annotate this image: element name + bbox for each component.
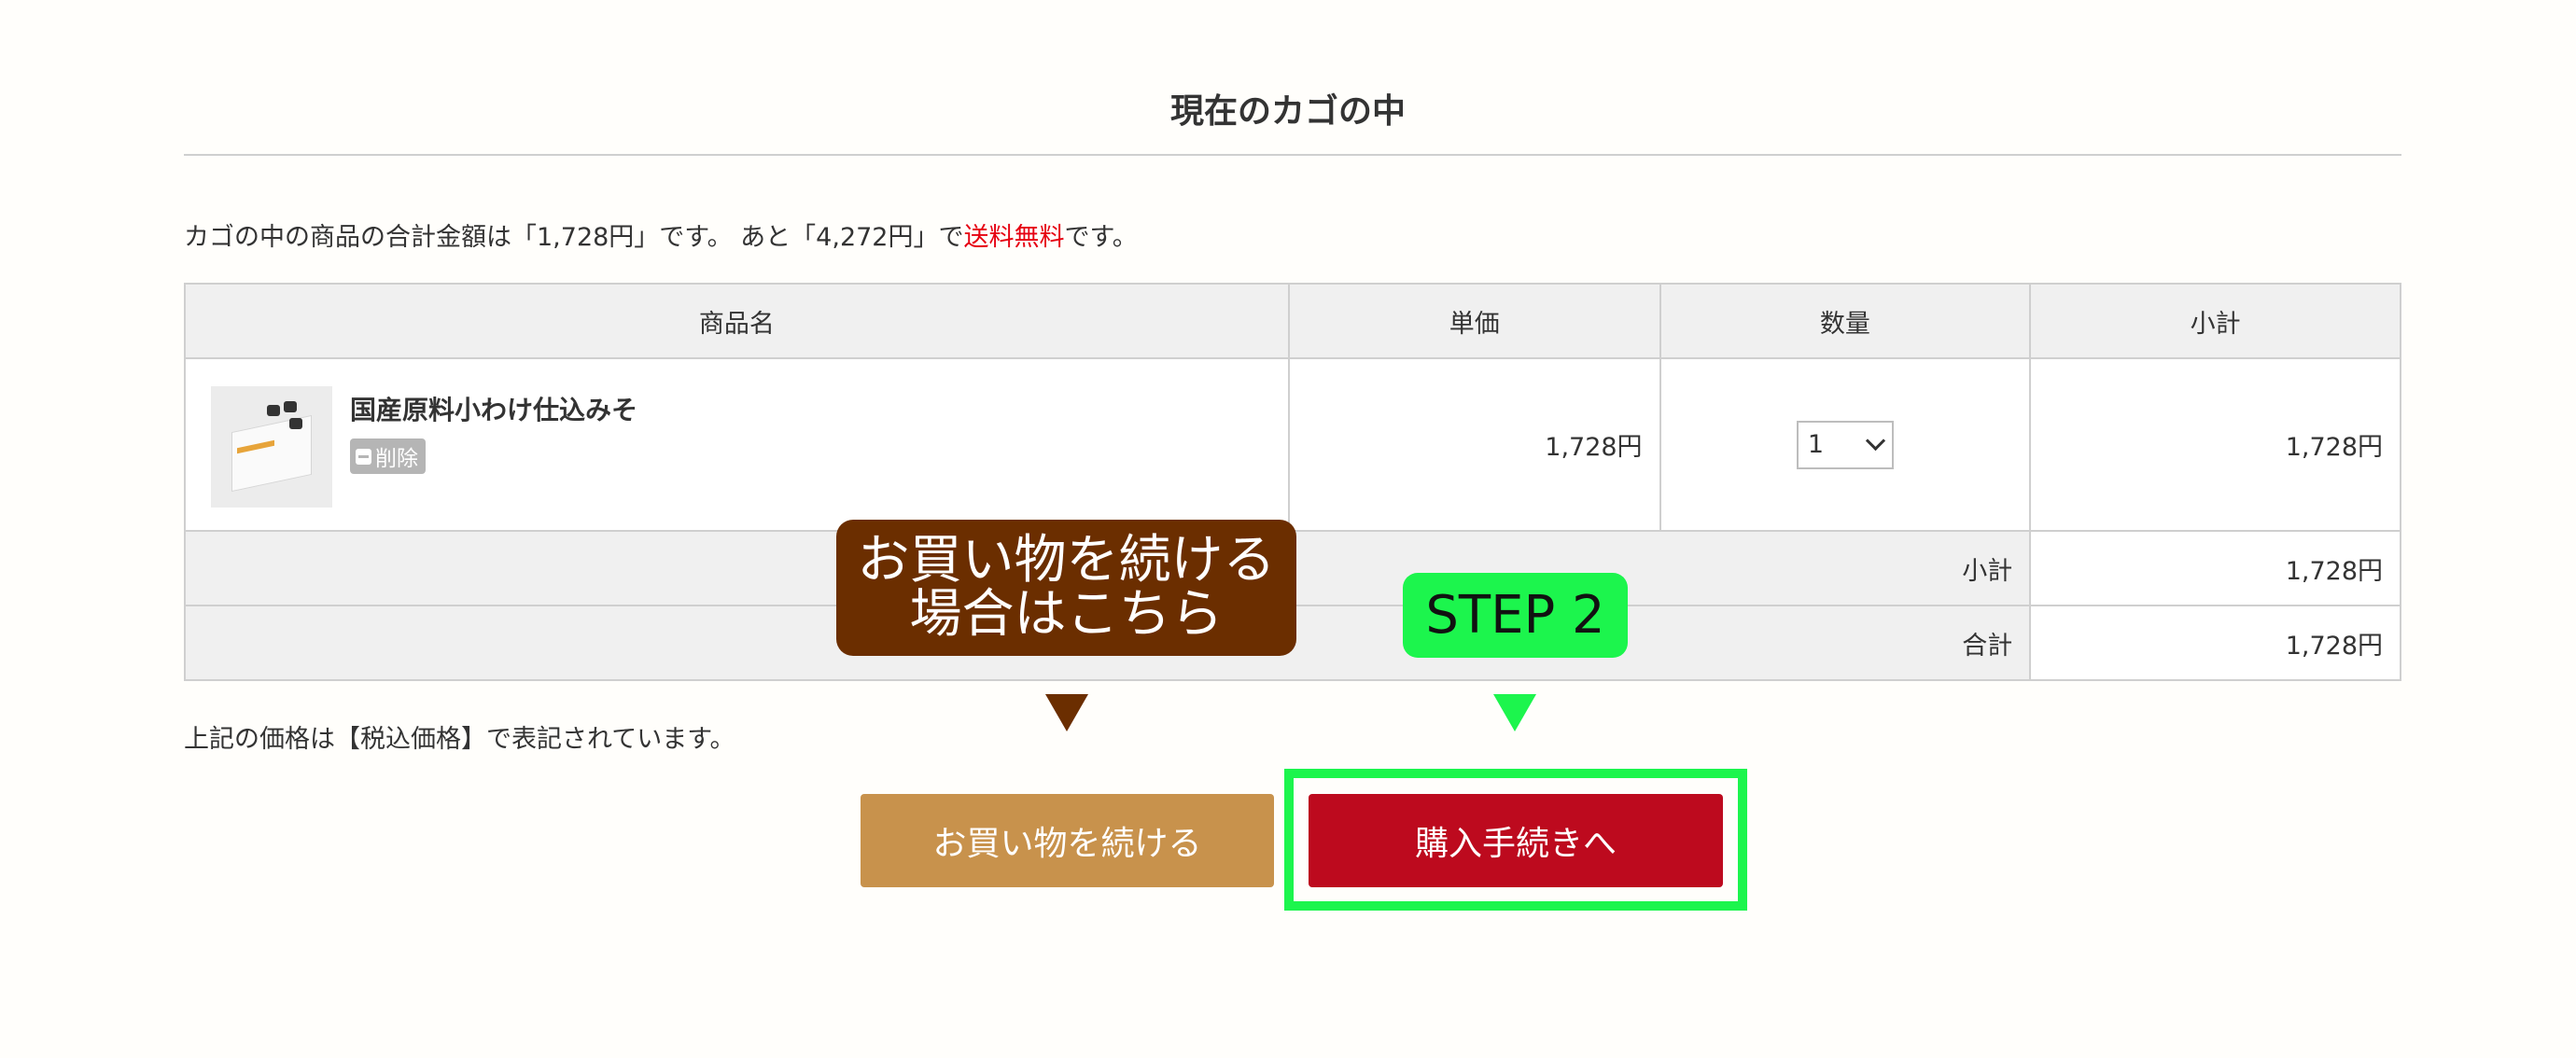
subtotal-value: 1,728円: [2029, 530, 2401, 606]
tax-note: 上記の価格は【税込価格】で表記されています。: [184, 725, 735, 754]
step-callout: STEP 2: [1403, 573, 1628, 658]
title-divider: [184, 154, 2401, 156]
header-quantity: 数量: [1659, 283, 2032, 359]
summary-prefix: カゴの中の商品の合計金額は「1,728円」です。 あと「4,272円」で: [184, 223, 964, 252]
quantity-value: 1: [1807, 430, 1825, 459]
product-name-link[interactable]: 国産原料小わけ仕込みそ: [350, 390, 637, 427]
checkout-button[interactable]: 購入手続きへ: [1309, 794, 1723, 887]
minus-icon: [356, 448, 371, 465]
arrow-down-icon: [1045, 694, 1088, 731]
item-subtotal-cell: 1,728円: [2029, 357, 2401, 532]
table-row: 国産原料小わけ仕込みそ 削除 1,728円 1 1,728円: [184, 357, 2401, 532]
summary-suffix: です。: [1064, 223, 1138, 252]
product-thumbnail[interactable]: [211, 386, 332, 508]
chevron-down-icon: [1865, 430, 1886, 452]
delete-label: 削除: [375, 447, 418, 471]
product-cell: 国産原料小わけ仕込みそ 削除: [184, 357, 1290, 532]
continue-shopping-button[interactable]: お買い物を続ける: [861, 794, 1274, 887]
header-product-name: 商品名: [184, 283, 1290, 359]
continue-shopping-callout: お買い物を続ける 場合はこちら: [836, 520, 1296, 656]
arrow-down-icon: [1493, 694, 1536, 731]
total-value: 1,728円: [2029, 605, 2401, 681]
quantity-cell: 1: [1659, 357, 2032, 532]
delete-button[interactable]: 削除: [350, 439, 426, 474]
callout-line-2: 場合はこちら: [909, 584, 1224, 645]
page-title: 現在のカゴの中: [1169, 92, 1406, 131]
free-shipping-text: 送料無料: [963, 223, 1065, 252]
unit-price-cell: 1,728円: [1287, 357, 1661, 532]
header-unit-price: 単価: [1287, 283, 1661, 359]
callout-line-1: お買い物を続ける: [857, 530, 1276, 591]
cart-summary-text: カゴの中の商品の合計金額は「1,728円」です。 あと「4,272円」で送料無料…: [184, 216, 1138, 253]
quantity-select[interactable]: 1: [1796, 420, 1894, 469]
header-subtotal: 小計: [2029, 283, 2401, 359]
